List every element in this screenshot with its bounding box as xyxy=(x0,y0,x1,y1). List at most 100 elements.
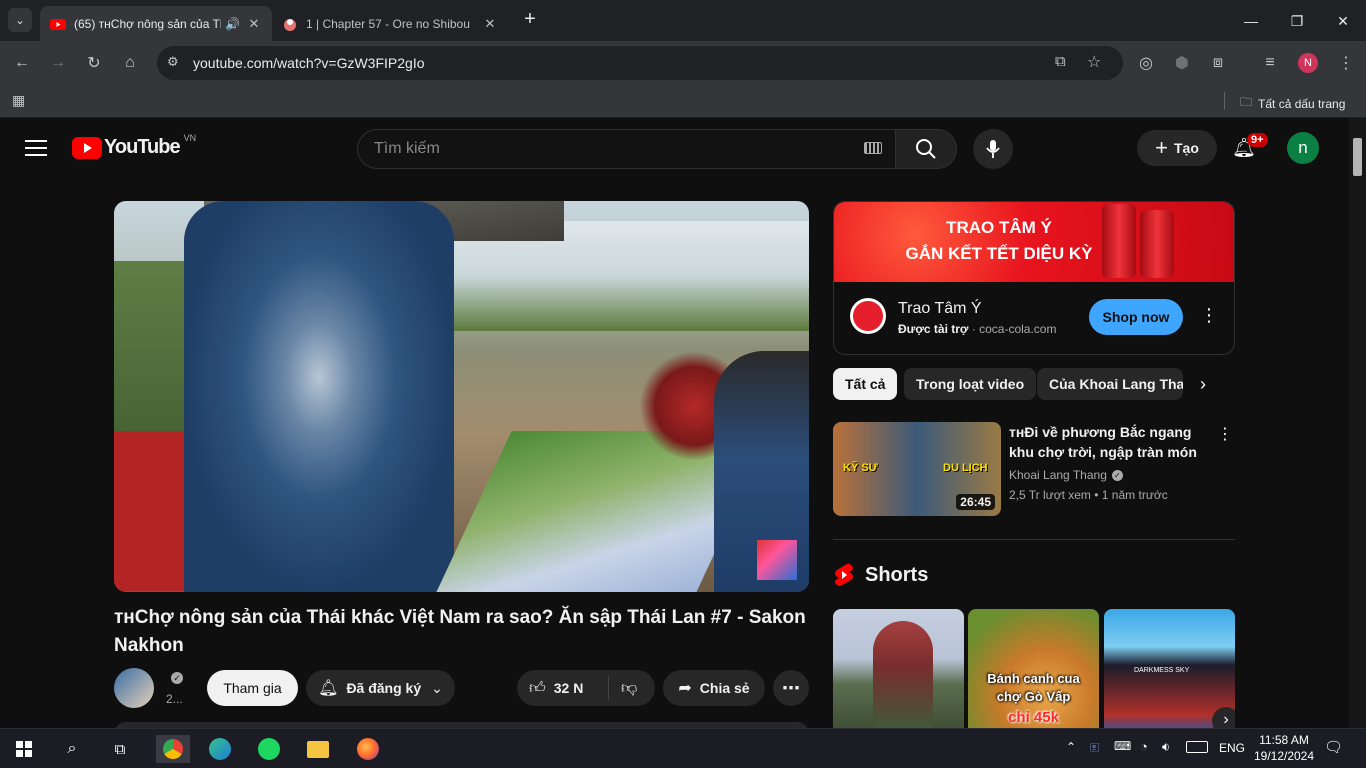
section-divider xyxy=(833,539,1235,540)
close-window-button[interactable]: ✕ xyxy=(1320,8,1366,34)
advertiser-logo[interactable] xyxy=(850,298,886,334)
search-taskbar-icon[interactable]: ⌕ xyxy=(58,735,86,763)
search-button[interactable] xyxy=(895,129,957,169)
reload-icon[interactable]: ↻ xyxy=(82,51,106,75)
create-button[interactable]: + Tạo xyxy=(1137,130,1217,166)
extension-puzzle-icon[interactable]: ⬢ xyxy=(1170,51,1194,75)
tab-manga[interactable]: 1 | Chapter 57 - Ore no Shibou ✕ xyxy=(272,6,508,41)
compass-extension-icon[interactable]: ◎ xyxy=(1134,51,1158,75)
all-bookmarks-button[interactable]: 🗀 Tất cả dấu trang xyxy=(1240,93,1345,114)
file-explorer-icon[interactable] xyxy=(304,735,332,763)
hamburger-menu-icon[interactable] xyxy=(25,138,47,156)
sponsored-label: Được tài trợ xyxy=(898,322,969,336)
short-card-3[interactable]: DARKMESS SKY › xyxy=(1104,609,1235,728)
video-player[interactable] xyxy=(114,201,809,592)
like-dislike-group: 👍︎ 32 N 👎︎ xyxy=(517,670,655,706)
minimize-button[interactable]: — xyxy=(1228,8,1274,34)
chip-from-channel[interactable]: Của Khoai Lang Thang xyxy=(1037,368,1183,400)
tray-input-icon[interactable]: ⌨ xyxy=(1114,739,1131,753)
language-indicator[interactable]: ENG xyxy=(1219,741,1245,755)
open-in-app-icon[interactable]: ⧉ xyxy=(1055,53,1066,70)
account-avatar[interactable]: n xyxy=(1287,132,1319,164)
channel-watermark[interactable] xyxy=(757,540,797,580)
notifications-button[interactable]: 🔔︎ 9+ xyxy=(1232,133,1268,162)
close-tab-icon[interactable]: ✕ xyxy=(482,16,498,32)
home-icon[interactable]: ⌂ xyxy=(118,51,142,75)
search-placeholder: Tìm kiếm xyxy=(374,140,440,157)
tray-app-icon[interactable]: 🗉 xyxy=(1090,739,1100,761)
page-scrollbar[interactable] xyxy=(1349,118,1366,728)
recommended-video[interactable]: KỸ SƯ DU LỊCH 26:45 ᴛʜĐi về phương Bắc n… xyxy=(833,422,1235,516)
voice-search-button[interactable] xyxy=(973,129,1013,169)
ad-card[interactable]: TRAO TÂM Ý GẮN KẾT TẾT DIỆU KỲ Trao Tâm … xyxy=(833,201,1235,355)
short-text-line2: chợ Gò Vấp xyxy=(996,689,1071,704)
shop-now-button[interactable]: Shop now xyxy=(1089,299,1183,335)
media-control-icon[interactable]: ≡ xyxy=(1258,51,1282,75)
scrollbar-thumb[interactable] xyxy=(1353,138,1362,176)
recommended-views: 2,5 Tr lượt xem xyxy=(1009,488,1091,502)
extensions-icon[interactable]: ⧈ xyxy=(1206,51,1230,75)
forward-icon[interactable]: → xyxy=(46,51,70,75)
back-icon[interactable]: ← xyxy=(10,51,34,75)
tab-search-button[interactable]: ⌄ xyxy=(8,8,32,32)
coca-cola-can-image-2 xyxy=(1140,210,1174,278)
site-info-icon[interactable]: ⚙ xyxy=(167,54,179,70)
share-arrow-icon: ➦ xyxy=(678,680,692,697)
recommended-channel[interactable]: Khoai Lang Thang xyxy=(1009,468,1107,482)
ad-more-icon[interactable]: ⋮ xyxy=(1200,305,1218,326)
firefox-taskbar-icon[interactable] xyxy=(354,735,382,763)
chips-next-icon[interactable]: › xyxy=(1200,374,1206,395)
windows-logo-icon xyxy=(16,741,32,757)
volume-icon[interactable]: 🔉︎ xyxy=(1162,739,1170,755)
clock-time: 11:58 AM xyxy=(1259,733,1309,747)
short-card-1[interactable] xyxy=(833,609,964,728)
thumb-label-left: KỸ SƯ xyxy=(843,462,878,474)
close-tab-icon[interactable]: ✕ xyxy=(246,16,262,32)
more-actions-button[interactable]: ⋯ xyxy=(773,670,809,706)
share-button[interactable]: ➦ Chia sẻ xyxy=(663,670,765,706)
address-bar[interactable]: ⚙ youtube.com/watch?v=GzW3FIP2gIo ⧉ ☆ xyxy=(157,46,1123,80)
short-card-2[interactable]: Bánh canh cua chợ Gò Vấp chỉ 45k xyxy=(968,609,1099,728)
anime-character-image xyxy=(873,621,933,728)
verified-badge-icon: ✓ xyxy=(171,672,183,684)
keyboard-icon[interactable] xyxy=(864,142,882,154)
wifi-icon[interactable]: ◔ xyxy=(1140,739,1148,754)
bookmark-star-icon[interactable]: ☆ xyxy=(1087,52,1101,72)
restore-button[interactable]: ❐ xyxy=(1274,8,1320,34)
apps-grid-icon[interactable]: ▦ xyxy=(12,92,25,109)
new-tab-button[interactable]: + xyxy=(518,8,542,32)
search-input[interactable]: Tìm kiếm xyxy=(357,129,895,169)
dislike-button[interactable]: 👎︎ xyxy=(609,679,637,698)
short-channel-text: DARKMESS SKY xyxy=(1134,667,1190,674)
profile-initial: N xyxy=(1298,53,1318,73)
chrome-taskbar-icon[interactable] xyxy=(156,735,190,763)
ad-banner[interactable]: TRAO TÂM Ý GẮN KẾT TẾT DIỆU KỲ xyxy=(834,202,1234,282)
notification-center-icon[interactable]: 🗨 xyxy=(1324,738,1343,756)
spotify-taskbar-icon[interactable] xyxy=(255,735,283,763)
all-bookmarks-label: Tất cả dấu trang xyxy=(1258,96,1346,111)
join-button[interactable]: Tham gia xyxy=(207,670,298,706)
tab-youtube[interactable]: (65) ᴛʜChợ nông sản của Th 🔊 ✕ xyxy=(40,6,272,41)
tray-chevron-icon[interactable]: ⌃ xyxy=(1066,740,1076,754)
chip-all[interactable]: Tất cả xyxy=(833,368,898,400)
audio-icon[interactable]: 🔊 xyxy=(225,17,240,31)
video-title: ᴛʜChợ nông sản của Thái khác Việt Nam ra… xyxy=(114,607,806,656)
subscribed-button[interactable]: 🔔︎ Đã đăng ký ⌄ xyxy=(306,670,455,706)
profile-avatar[interactable]: N xyxy=(1296,51,1320,75)
chrome-menu-icon[interactable]: ⋮ xyxy=(1334,51,1358,75)
task-view-icon[interactable]: ⧉ xyxy=(106,735,134,763)
edge-taskbar-icon[interactable] xyxy=(206,735,234,763)
clock[interactable]: 11:58 AM 19/12/2024 xyxy=(1252,732,1316,764)
channel-avatar[interactable] xyxy=(114,668,154,708)
notification-badge: 9+ xyxy=(1247,133,1268,147)
like-button[interactable]: 👍︎ 32 N xyxy=(517,676,609,700)
shorts-next-button[interactable]: › xyxy=(1212,707,1235,728)
windows-taskbar: ⌕ ⧉ ⌃ 🗉 ⌨ ◔ 🔉︎ ENG 11:58 AM 19/12/2024 🗨 xyxy=(0,728,1366,768)
touch-keyboard-icon[interactable] xyxy=(1186,741,1208,753)
youtube-logo[interactable]: YouTube VN xyxy=(72,133,196,159)
recommended-more-icon[interactable]: ⋮ xyxy=(1217,424,1233,444)
start-button[interactable] xyxy=(10,735,38,763)
chip-in-series[interactable]: Trong loạt video xyxy=(904,368,1037,400)
plus-icon: + xyxy=(1155,135,1168,160)
recommended-thumbnail[interactable]: KỸ SƯ DU LỊCH 26:45 xyxy=(833,422,1001,516)
